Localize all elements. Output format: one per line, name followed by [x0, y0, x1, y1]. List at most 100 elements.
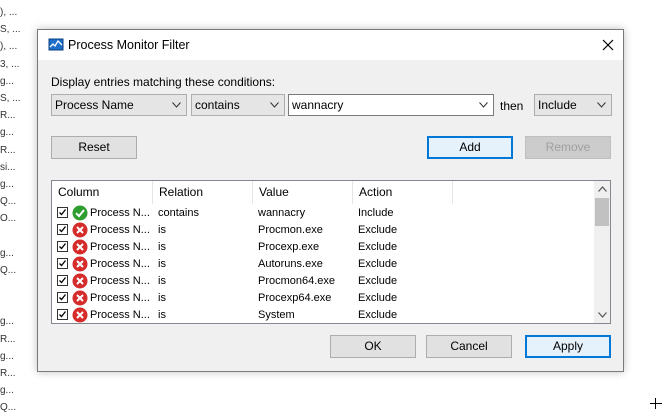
title-bar: Process Monitor Filter [38, 30, 623, 60]
column-header-value[interactable]: Value [253, 181, 353, 204]
checkmark-icon [59, 226, 67, 233]
table-row[interactable]: Process N... is System Exclude [52, 307, 596, 323]
table-row[interactable]: Process N... is Procexp64.exe Exclude [52, 290, 596, 307]
row-relation-cell: is [158, 258, 166, 270]
row-enabled-checkbox[interactable] [57, 224, 68, 235]
row-column-cell: Process N... [90, 241, 150, 253]
background-text-fragment: O... [0, 213, 17, 225]
row-action-cell: Exclude [358, 275, 398, 287]
apply-button[interactable]: Apply [525, 335, 611, 358]
row-value-cell: Procmon64.exe [258, 275, 336, 287]
row-relation-cell: is [158, 241, 166, 253]
ok-button[interactable]: OK [330, 335, 416, 358]
row-action-cell: Exclude [358, 309, 398, 321]
row-relation-cell: is [158, 309, 166, 321]
row-action-cell: Exclude [358, 224, 398, 236]
row-column-cell: Process N... [90, 309, 150, 321]
close-icon [602, 39, 614, 51]
process-monitor-filter-dialog: Process Monitor Filter Display entries m… [37, 29, 624, 372]
action-select[interactable]: Include [534, 94, 612, 116]
scroll-up-icon[interactable] [594, 181, 610, 197]
background-text-fragment: ), ... [0, 7, 18, 18]
background-text-fragment: g... [0, 127, 14, 139]
row-column-cell: Process N... [90, 258, 150, 270]
row-value-cell: Autoruns.exe [258, 258, 323, 270]
background-text-fragment: Q... [0, 402, 17, 414]
filter-list[interactable]: Column Relation Value Action Process N..… [51, 180, 611, 324]
background-text-fragment [0, 296, 30, 313]
exclude-x-icon [72, 290, 88, 306]
filter-list-header: Column Relation Value Action [52, 181, 596, 204]
close-button[interactable] [593, 30, 623, 60]
row-relation-cell: is [158, 275, 166, 287]
background-text-fragment: g... [0, 316, 14, 328]
then-label: then [500, 99, 524, 113]
value-combo-input[interactable]: wannacry [288, 94, 494, 116]
table-row[interactable]: Process N... contains wannacry Include [52, 205, 596, 222]
chevron-down-icon[interactable] [479, 95, 489, 115]
row-enabled-checkbox[interactable] [57, 292, 68, 303]
column-header-relation[interactable]: Relation [153, 181, 253, 204]
row-relation-cell: contains [158, 207, 199, 219]
value-input-text: wannacry [292, 98, 344, 112]
row-enabled-checkbox[interactable] [57, 258, 68, 269]
dialog-title: Process Monitor Filter [68, 38, 190, 52]
row-column-cell: Process N... [90, 275, 150, 287]
process-monitor-app-icon [48, 38, 64, 51]
chevron-down-icon [270, 95, 280, 115]
background-text-fragment: Q... [0, 264, 17, 276]
scrollbar-thumb[interactable] [595, 198, 609, 226]
relation-select-value: contains [195, 98, 240, 112]
crosshair-cursor-icon [650, 398, 662, 409]
checkmark-icon [59, 260, 67, 267]
cancel-button[interactable]: Cancel [426, 335, 512, 358]
table-row[interactable]: Process N... is Procmon64.exe Exclude [52, 273, 596, 290]
relation-select[interactable]: contains [191, 94, 285, 116]
exclude-x-icon [72, 222, 88, 238]
exclude-x-icon [72, 273, 88, 289]
row-column-cell: Process N... [90, 224, 150, 236]
background-text-fragment: R... [0, 333, 16, 345]
action-select-value: Include [538, 98, 577, 112]
column-select[interactable]: Process Name [51, 94, 187, 116]
add-button[interactable]: Add [427, 136, 513, 159]
reset-button[interactable]: Reset [51, 136, 137, 159]
row-action-cell: Exclude [358, 241, 398, 253]
row-action-cell: Include [358, 207, 394, 219]
checkmark-icon [59, 209, 67, 216]
filter-rows: Process N... contains wannacry Include Proce… [52, 205, 596, 323]
column-select-value: Process Name [55, 98, 134, 112]
row-value-cell: wannacry [258, 207, 306, 219]
remove-button[interactable]: Remove [525, 136, 611, 159]
exclude-x-icon [72, 307, 88, 323]
scroll-down-icon[interactable] [594, 307, 610, 323]
table-row[interactable]: Process N... is Procmon.exe Exclude [52, 222, 596, 239]
background-text-fragment: g... [0, 178, 14, 190]
column-header-action[interactable]: Action [353, 181, 453, 204]
vertical-scrollbar[interactable] [594, 181, 610, 323]
checkmark-icon [59, 294, 67, 301]
row-enabled-checkbox[interactable] [57, 309, 68, 320]
background-text-fragment: g... [0, 75, 14, 87]
background-text-fragment [0, 279, 30, 296]
checkmark-icon [59, 311, 67, 318]
row-enabled-checkbox[interactable] [57, 207, 68, 218]
row-value-cell: Procmon.exe [258, 224, 323, 236]
background-text-fragment: R... [0, 144, 16, 156]
chevron-down-icon [172, 95, 182, 115]
row-action-cell: Exclude [358, 292, 398, 304]
exclude-x-icon [72, 239, 88, 255]
table-row[interactable]: Process N... is Autoruns.exe Exclude [52, 256, 596, 273]
chevron-down-icon [597, 95, 607, 115]
conditions-label: Display entries matching these condition… [51, 75, 276, 89]
table-row[interactable]: Process N... is Procexp.exe Exclude [52, 239, 596, 256]
background-text-fragment: si... [0, 161, 16, 173]
column-header-column[interactable]: Column [52, 181, 153, 204]
checkmark-icon [59, 243, 67, 250]
background-text-fragment [0, 227, 30, 244]
row-enabled-checkbox[interactable] [57, 241, 68, 252]
background-text-fragment: Q... [0, 196, 17, 208]
row-enabled-checkbox[interactable] [57, 275, 68, 286]
row-value-cell: System [258, 309, 295, 321]
exclude-x-icon [72, 256, 88, 272]
